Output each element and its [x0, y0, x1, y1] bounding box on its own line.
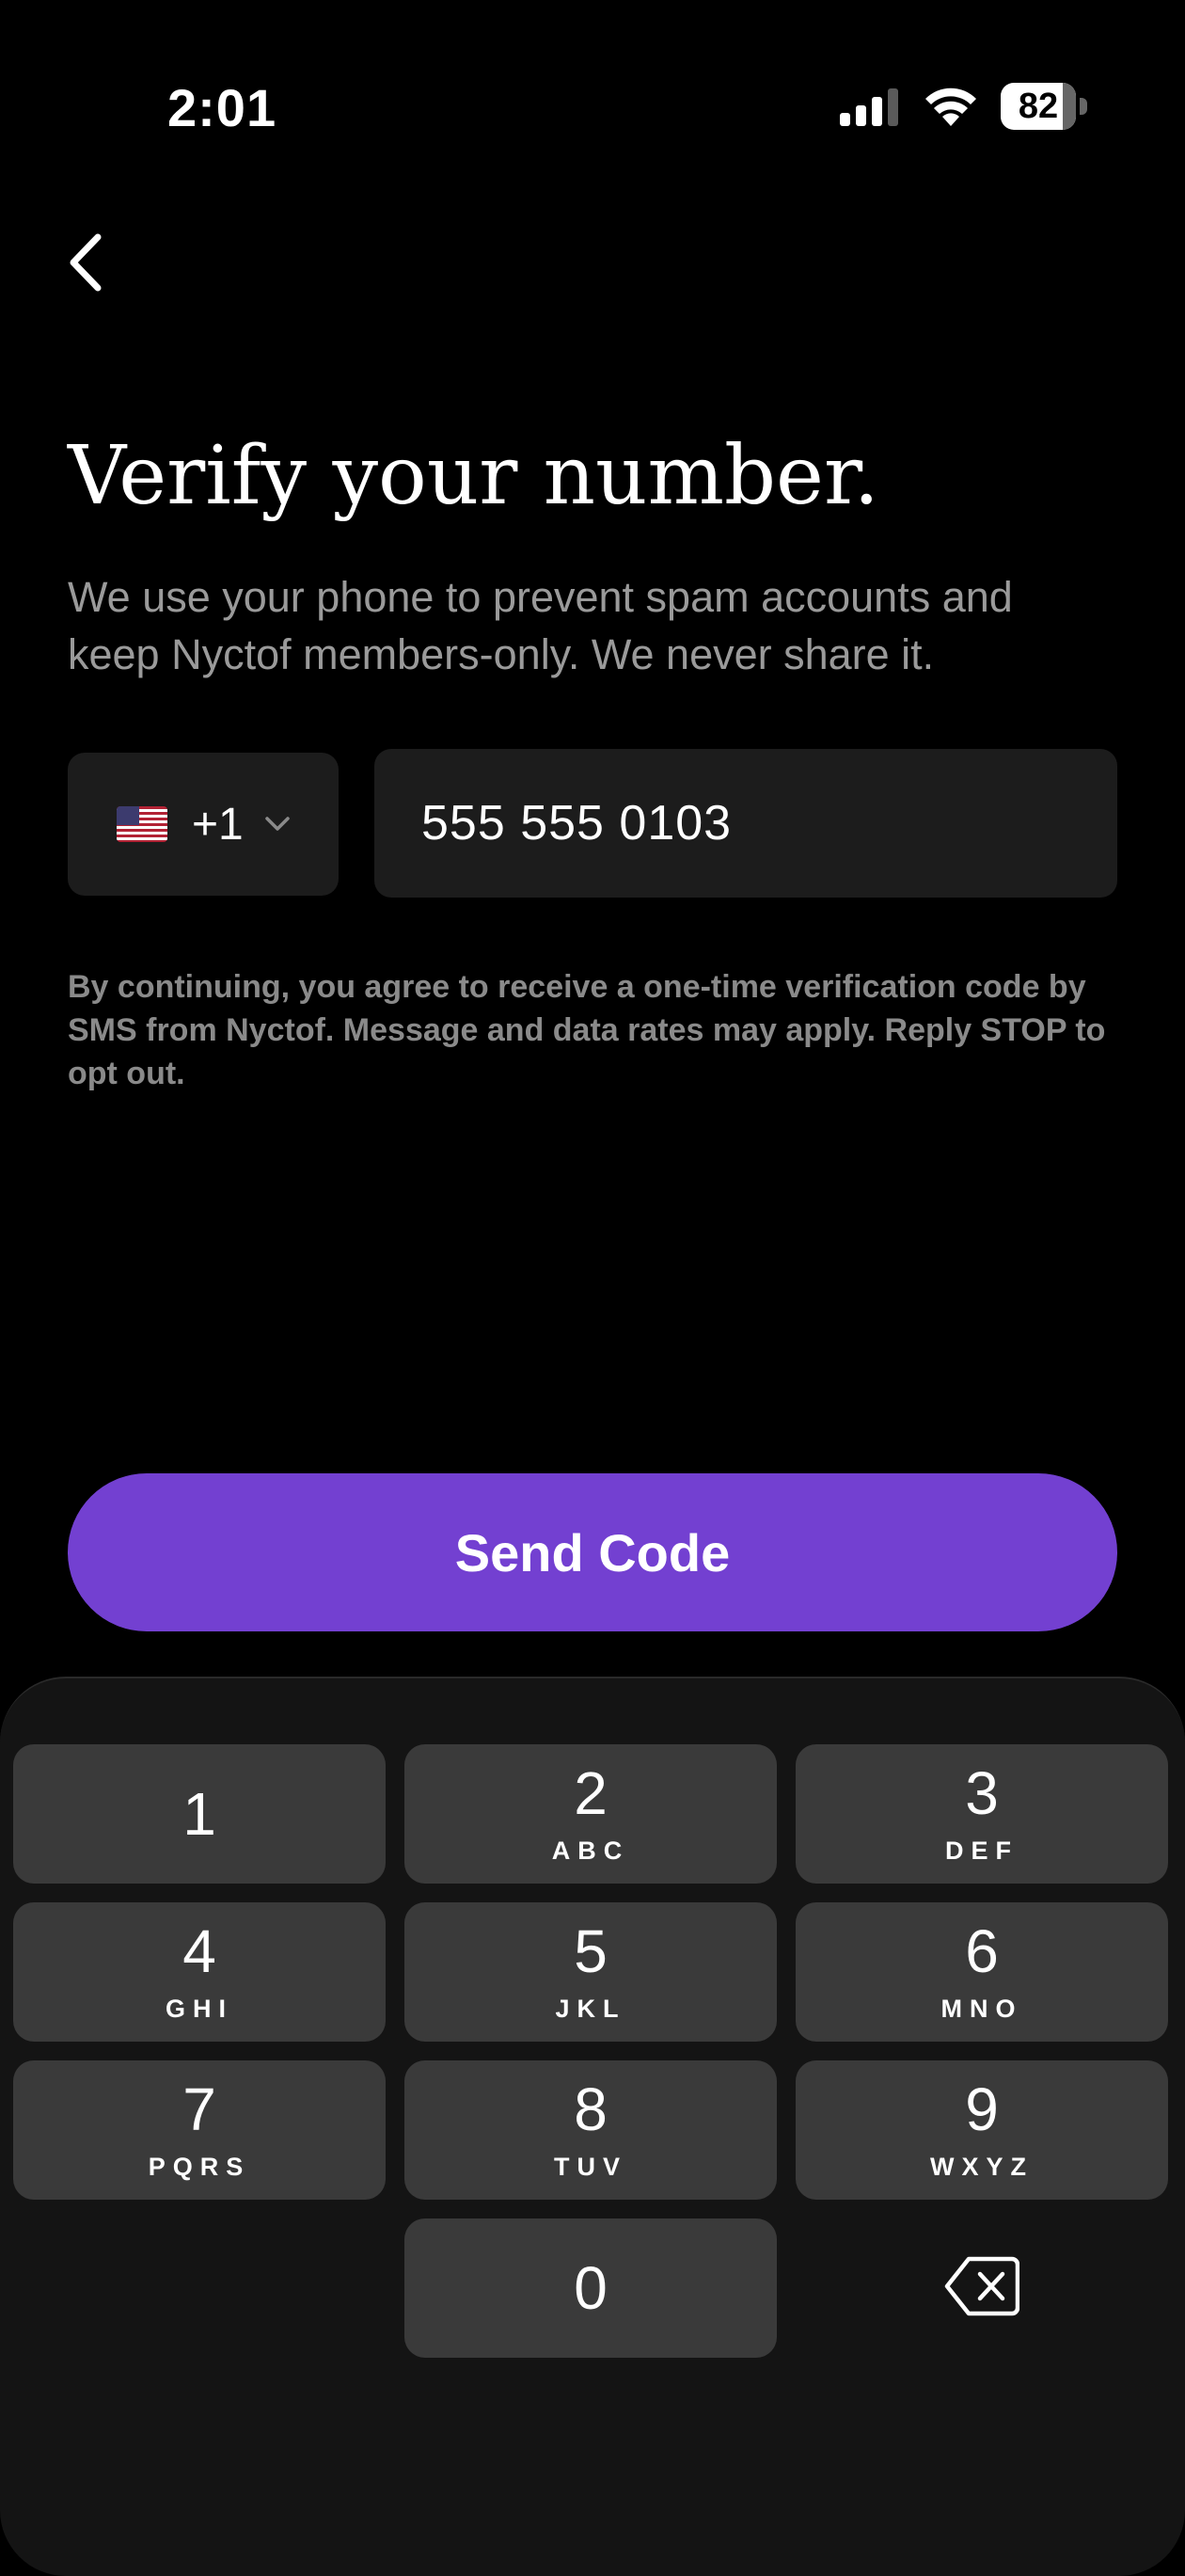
key-letters: JKL	[555, 1994, 626, 2023]
chevron-down-icon	[264, 817, 290, 831]
key-digit: 3	[965, 1758, 999, 1827]
key-digit: 9	[965, 2075, 999, 2143]
key-letters: TUV	[554, 2152, 627, 2181]
wifi-icon	[925, 87, 976, 126]
key-letters: ABC	[551, 1836, 630, 1865]
key-digit: 1	[182, 1780, 216, 1848]
country-code: +1	[192, 799, 244, 850]
page-title: Verify your number.	[68, 429, 879, 523]
key-3[interactable]: 3 DEF	[796, 1744, 1168, 1884]
key-9[interactable]: 9 WXYZ	[796, 2060, 1168, 2200]
key-1[interactable]: 1	[13, 1744, 386, 1884]
back-chevron-icon[interactable]	[58, 230, 115, 295]
key-letters: DEF	[945, 1836, 1019, 1865]
key-digit: 4	[182, 1916, 216, 1985]
cellular-signal-icon	[840, 88, 898, 126]
key-5[interactable]: 5 JKL	[404, 1902, 777, 2042]
key-digit: 8	[574, 2075, 608, 2143]
sms-consent-text: By continuing, you agree to receive a on…	[68, 969, 1106, 1091]
key-6[interactable]: 6 MNO	[796, 1902, 1168, 2042]
key-digit: 7	[182, 2075, 216, 2143]
key-2[interactable]: 2 ABC	[404, 1744, 777, 1884]
key-digit: 5	[574, 1916, 608, 1985]
battery-icon: 82	[1001, 83, 1087, 130]
backspace-icon[interactable]	[944, 2253, 1019, 2319]
key-4[interactable]: 4 GHI	[13, 1902, 386, 2042]
us-flag-icon	[117, 806, 167, 842]
send-code-button[interactable]: Send Code	[68, 1473, 1117, 1631]
key-letters: WXYZ	[930, 2152, 1034, 2181]
phone-number-field[interactable]	[374, 749, 1117, 898]
battery-level: 82	[1018, 87, 1059, 126]
key-digit: 2	[574, 1758, 608, 1827]
country-code-selector[interactable]: +1	[68, 753, 339, 896]
page-subtitle: We use your phone to prevent spam accoun…	[68, 573, 1013, 678]
status-time: 2:01	[167, 78, 277, 137]
key-0[interactable]: 0	[404, 2218, 777, 2358]
key-letters: MNO	[940, 1994, 1023, 2023]
key-letters: GHI	[165, 1994, 233, 2023]
key-7[interactable]: 7 PQRS	[13, 2060, 386, 2200]
phone-number-input[interactable]	[419, 794, 1082, 852]
key-letters: PQRS	[148, 2152, 251, 2181]
key-digit: 6	[965, 1916, 999, 1985]
key-digit: 0	[574, 2254, 608, 2322]
key-8[interactable]: 8 TUV	[404, 2060, 777, 2200]
